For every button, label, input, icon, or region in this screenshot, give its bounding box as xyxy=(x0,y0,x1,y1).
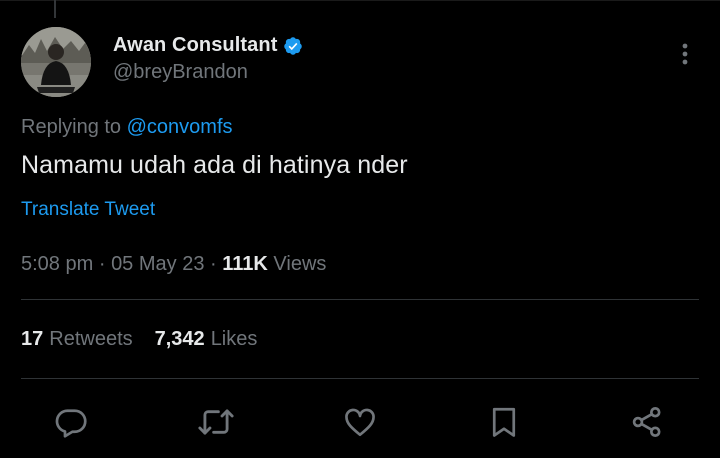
tweet-meta: 5:08 pm · 05 May 23 · 111K Views xyxy=(21,253,326,276)
views-count: 111K xyxy=(222,253,268,275)
like-button[interactable] xyxy=(338,400,382,444)
engagement-stats: 17 Retweets 7,342 Likes xyxy=(21,328,257,351)
tweet-text: Namamu udah ada di hatinya nder xyxy=(21,151,408,179)
retweet-button[interactable] xyxy=(194,400,238,444)
share-icon xyxy=(632,407,661,437)
replying-to-prefix: Replying to xyxy=(21,116,122,138)
retweets-label: Retweets xyxy=(49,328,133,350)
divider xyxy=(21,299,699,300)
author-handle[interactable]: @breyBrandon xyxy=(113,61,248,84)
retweets-count: 17 xyxy=(21,328,44,350)
avatar-photo xyxy=(21,27,91,97)
retweets-stat[interactable]: 17 Retweets xyxy=(21,328,133,351)
author-name-row[interactable]: Awan Consultant xyxy=(113,34,303,57)
retweet-icon xyxy=(198,409,234,435)
replying-to-mention-link[interactable]: @convomfs xyxy=(127,116,233,138)
replying-to-line: Replying to @convomfs xyxy=(21,116,233,139)
more-options-icon[interactable] xyxy=(674,40,696,68)
reply-button[interactable] xyxy=(49,400,93,444)
likes-label: Likes xyxy=(210,328,258,350)
action-bar xyxy=(0,400,720,444)
meta-separator: · xyxy=(210,253,217,275)
divider xyxy=(21,378,699,379)
bookmark-button[interactable] xyxy=(482,400,526,444)
tweet-time[interactable]: 5:08 pm xyxy=(21,253,93,275)
top-border xyxy=(0,0,720,1)
likes-stat[interactable]: 7,342 Likes xyxy=(155,328,258,351)
author-display-name[interactable]: Awan Consultant xyxy=(113,34,277,57)
views-label: Views xyxy=(273,253,327,275)
translate-tweet-link[interactable]: Translate Tweet xyxy=(21,199,155,221)
like-icon xyxy=(345,408,375,437)
reply-icon xyxy=(55,409,87,438)
thread-connector-line xyxy=(54,0,56,18)
bookmark-icon xyxy=(492,407,516,437)
verified-badge-icon xyxy=(283,36,303,56)
tweet-date[interactable]: 05 May 23 xyxy=(111,253,204,275)
avatar[interactable] xyxy=(21,27,91,97)
likes-count: 7,342 xyxy=(154,328,205,350)
meta-separator: · xyxy=(98,253,106,275)
share-button[interactable] xyxy=(625,400,669,444)
